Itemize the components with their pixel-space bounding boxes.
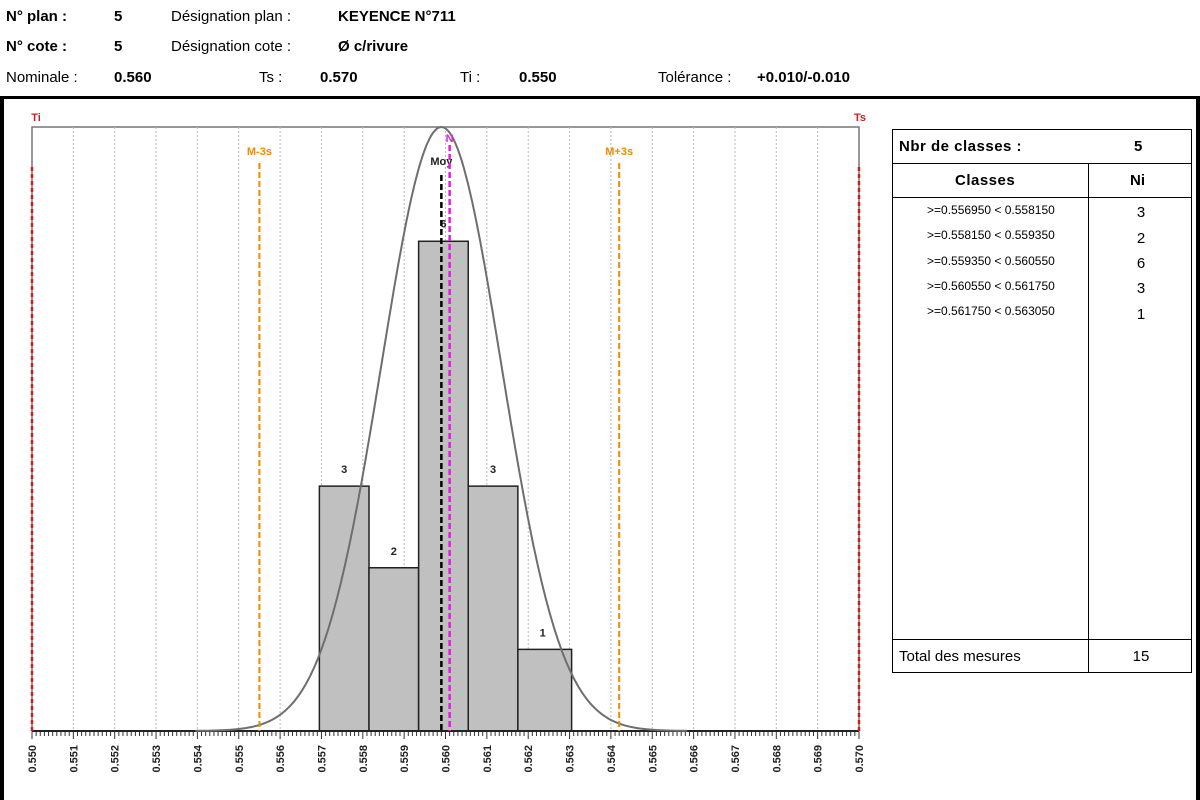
tolerance-value: +0.010/-0.010 — [757, 69, 850, 86]
ti-value: 0.550 — [519, 69, 557, 86]
cote-designation-label: Désignation cote : — [171, 38, 292, 55]
class-ni-4: 3 — [1136, 280, 1146, 297]
nominal-line-label: N — [446, 133, 454, 145]
ti-limit-line-label: Ti — [31, 112, 41, 124]
x-tick-label: 0.559 — [399, 745, 411, 773]
frame-right — [1196, 96, 1200, 800]
x-tick-label: 0.565 — [647, 745, 659, 773]
x-tick-label: 0.556 — [275, 745, 287, 773]
total-row: Total des mesures 15 — [893, 639, 1191, 673]
nbr-classes-label: Nbr de classes : — [899, 138, 1023, 155]
histogram-bar — [368, 567, 420, 732]
bar-count-label: 3 — [490, 464, 496, 476]
histogram-chart: 32631Ti TsM-3s M+3sMoyN0.550 0.551 0.552 0.55… — [27, 112, 866, 773]
class-range-5: >=0.561750 < 0.563050 — [927, 304, 1055, 318]
minus-3-sigma-line-label: M-3s — [247, 146, 272, 158]
class-range-1: >=0.556950 < 0.558150 — [927, 203, 1055, 217]
x-tick-label: 0.558 — [358, 745, 370, 773]
histogram-bar — [417, 240, 469, 732]
histogram-bar — [517, 648, 573, 732]
header-divider — [0, 96, 1200, 99]
class-range-4: >=0.560550 < 0.561750 — [927, 279, 1055, 293]
x-tick-label: 0.551 — [68, 745, 80, 773]
x-tick-label: 0.562 — [523, 745, 535, 773]
x-tick-label: 0.566 — [689, 745, 701, 773]
col-classes-header: Classes — [955, 172, 1016, 189]
x-tick-label: 0.561 — [482, 745, 494, 773]
class-range-2: >=0.558150 < 0.559350 — [927, 228, 1055, 242]
class-ni-5: 1 — [1136, 306, 1146, 323]
x-tick-label: 0.560 — [441, 745, 453, 773]
table-header-row: Classes Ni — [893, 164, 1191, 198]
class-ni-1: 3 — [1136, 204, 1146, 221]
x-tick-label: 0.564 — [606, 744, 618, 772]
histogram-bar — [467, 485, 519, 732]
bar-count-label: 1 — [540, 627, 546, 639]
cote-no-label: N° cote : — [6, 38, 68, 55]
plan-no-value: 5 — [114, 8, 123, 25]
ti-label: Ti : — [460, 69, 481, 86]
classes-table: Nbr de classes : 5 Classes Ni >=0.556950… — [892, 129, 1192, 673]
x-tick-label: 0.567 — [730, 745, 742, 773]
x-tick-label: 0.563 — [565, 745, 577, 773]
header: N° plan : 5 Désignation plan : KEYENCE N… — [0, 0, 1200, 96]
total-label: Total des mesures — [899, 648, 1021, 665]
x-tick-label: 0.552 — [110, 745, 122, 773]
nbr-classes-row: Nbr de classes : 5 — [893, 130, 1191, 164]
total-value: 15 — [1132, 648, 1150, 665]
class-range-3: >=0.559350 < 0.560550 — [927, 254, 1055, 268]
ts-limit-line-label: Ts — [854, 112, 866, 124]
x-tick-label: 0.554 — [192, 744, 204, 772]
histogram-bar — [318, 485, 370, 732]
class-ni-3: 6 — [1136, 255, 1146, 272]
nominale-value: 0.560 — [114, 69, 152, 86]
plan-designation-value: KEYENCE N°711 — [338, 8, 456, 25]
x-tick-label: 0.557 — [316, 745, 328, 773]
x-tick-label: 0.553 — [151, 745, 163, 773]
class-ni-2: 2 — [1136, 230, 1146, 247]
cote-no-value: 5 — [114, 38, 123, 55]
cote-designation-value: Ø c/rivure — [338, 38, 409, 55]
plan-no-label: N° plan : — [6, 8, 67, 25]
x-tick-label: 0.555 — [234, 745, 246, 773]
x-tick-label: 0.570 — [854, 745, 866, 773]
ts-label: Ts : — [259, 69, 283, 86]
nbr-classes-value: 5 — [1134, 138, 1143, 155]
tolerance-label: Tolérance : — [658, 69, 732, 86]
col-ni-header: Ni — [1130, 172, 1145, 189]
bar-count-label: 3 — [341, 464, 347, 476]
nominale-label: Nominale : — [6, 69, 78, 86]
x-tick-label: 0.569 — [813, 745, 825, 773]
x-tick-label: 0.568 — [771, 745, 783, 773]
x-tick-label: 0.550 — [27, 745, 39, 773]
ts-value: 0.570 — [320, 69, 358, 86]
plan-designation-label: Désignation plan : — [171, 8, 292, 25]
bar-count-label: 2 — [391, 546, 397, 558]
plus-3-sigma-line-label: M+3s — [605, 146, 633, 158]
